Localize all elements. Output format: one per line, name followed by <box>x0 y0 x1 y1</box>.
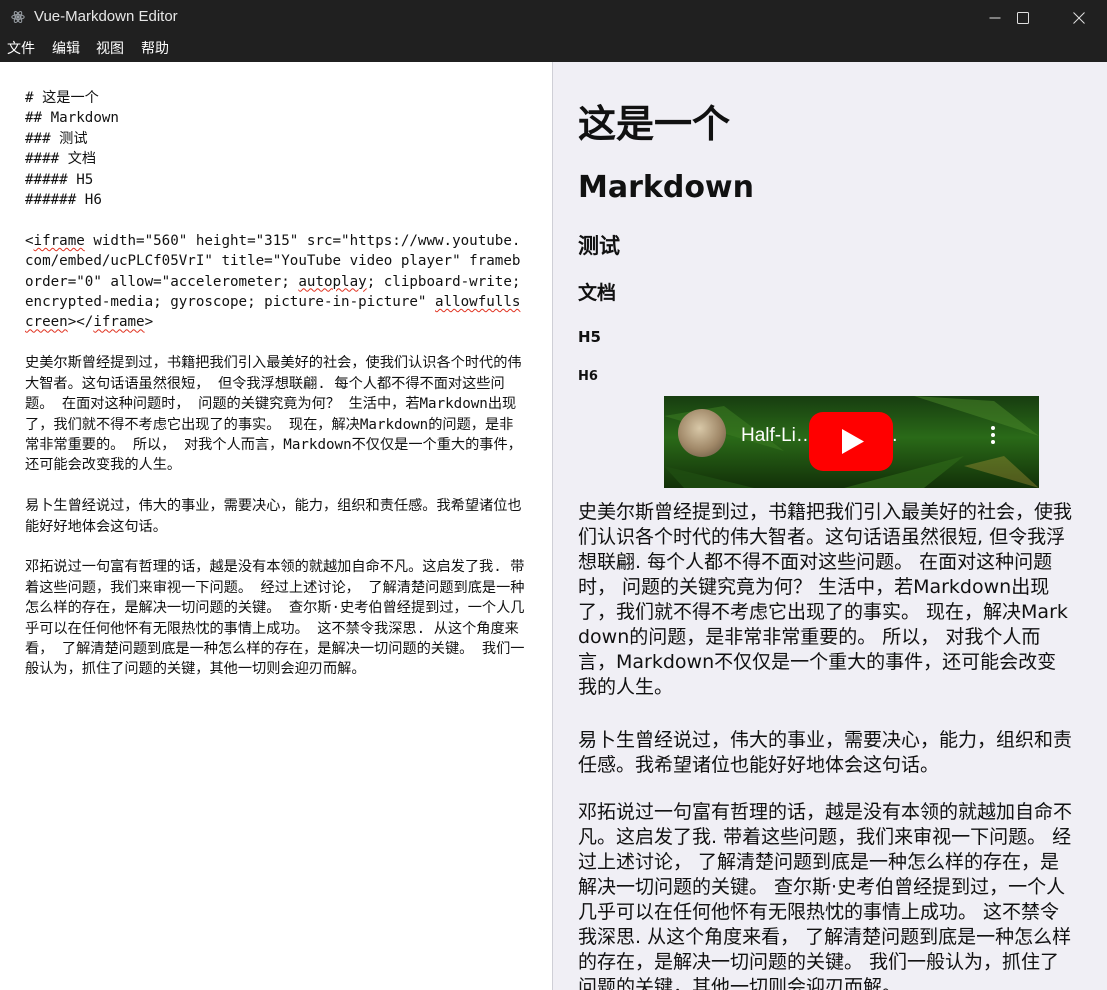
app-icon <box>11 10 25 24</box>
menu-file[interactable]: 文件 <box>7 41 35 57</box>
more-options-icon[interactable] <box>984 424 1002 446</box>
preview-h5: H5 <box>578 328 601 346</box>
preview-paragraph-1: 史美尔斯曾经提到过，书籍把我们引入最美好的社会，使我们认识各个时代的伟大智者。这… <box>578 501 1073 698</box>
preview-paragraph-3: 邓拓说过一句富有哲理的话，越是没有本领的就越加自命不凡。这启发了我. 带着这些问… <box>578 801 1073 990</box>
preview-h3: 测试 <box>578 234 620 258</box>
maximize-icon <box>1017 12 1029 24</box>
preview-h2: Markdown <box>578 170 755 205</box>
editor-line: #### 文档 <box>25 151 97 168</box>
code-token: < <box>25 232 34 249</box>
title-bar: Vue-Markdown Editor <box>0 0 1107 36</box>
close-button[interactable] <box>1051 0 1107 36</box>
editor-paragraph: 史美尔斯曾经提到过，书籍把我们引入最美好的社会，使我们认识各个时代的伟大智者。这… <box>25 355 522 474</box>
menu-help[interactable]: 帮助 <box>141 41 169 57</box>
spell-error-token: iframe <box>33 232 85 249</box>
editor-iframe-code: <iframe width="560" height="315" src="ht… <box>25 233 529 331</box>
preview-h4: 文档 <box>578 282 617 304</box>
editor-line: ##### H5 <box>25 171 94 188</box>
editor-paragraph: 邓拓说过一句富有哲理的话，越是没有本领的就越加自命不凡。这启发了我. 带着这些问… <box>25 559 525 678</box>
menu-bar: 文件 编辑 视图 帮助 <box>0 36 1107 62</box>
menu-view[interactable]: 视图 <box>96 41 124 57</box>
editor-line: ### 测试 <box>25 130 88 147</box>
youtube-embed[interactable]: Half-Li… AI Fl… <box>664 396 1039 488</box>
play-icon[interactable] <box>809 412 893 471</box>
editor-line: # 这是一个 <box>25 90 99 106</box>
menu-edit[interactable]: 编辑 <box>52 41 80 57</box>
editor-text[interactable]: # 这是一个 ## Markdown ### 测试 #### 文档 ##### … <box>25 88 525 680</box>
code-token: > <box>144 314 154 331</box>
preview-h1: 这是一个 <box>578 102 731 146</box>
preview-paragraph-2: 易卜生曾经说过，伟大的事业，需要决心，能力，组织和责任感。我希望诸位也能好好地体… <box>578 729 1073 776</box>
editor-line: ## Markdown <box>25 110 119 127</box>
preview-h6: H6 <box>578 369 598 384</box>
channel-avatar[interactable] <box>678 409 726 457</box>
editor-paragraph: 易卜生曾经说过，伟大的事业，需要决心，能力，组织和责任感。我希望诸位也能好好地体… <box>25 498 522 535</box>
window-title: Vue-Markdown Editor <box>34 8 178 25</box>
maximize-button[interactable] <box>995 0 1051 36</box>
markdown-preview: 这是一个 Markdown 测试 文档 H5 H6 Half-Li… AI Fl… <box>553 62 1107 990</box>
editor-line: ###### H6 <box>25 192 102 209</box>
spell-error-token: autoplay <box>298 273 367 290</box>
spell-error-token: iframe <box>93 314 145 331</box>
close-icon <box>1073 12 1085 24</box>
code-token: ></ <box>67 314 94 331</box>
markdown-editor[interactable]: # 这是一个 ## Markdown ### 测试 #### 文档 ##### … <box>0 62 552 990</box>
